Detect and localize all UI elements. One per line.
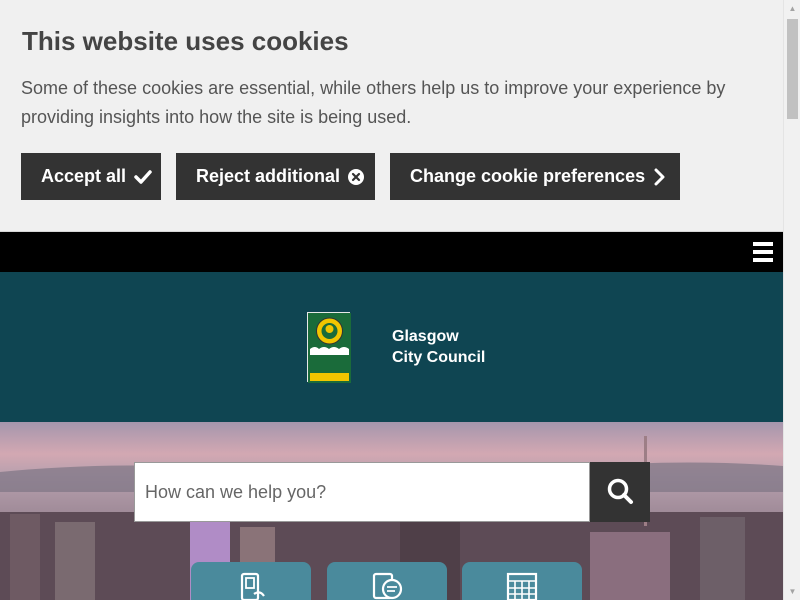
accept-all-label: Accept all: [41, 166, 127, 186]
top-nav-bar: [0, 232, 783, 272]
checkmark-icon: [134, 169, 152, 184]
cookie-description: Some of these cookies are essential, whi…: [21, 78, 726, 127]
scroll-down-arrow-icon[interactable]: ▼: [784, 583, 800, 600]
cookie-title: This website uses cookies: [22, 26, 349, 56]
close-circle-icon: [348, 168, 365, 185]
search-form: [134, 462, 650, 522]
vertical-scrollbar[interactable]: ▲ ▼: [783, 0, 800, 600]
cookie-banner: This website uses cookies Some of these …: [0, 0, 783, 232]
quick-link-report[interactable]: [327, 562, 447, 600]
payment-card-icon: [234, 572, 268, 600]
org-name[interactable]: Glasgow City Council: [392, 326, 485, 368]
chevron-right-icon: [653, 168, 665, 186]
search-button[interactable]: [590, 462, 650, 522]
report-chat-icon: [370, 572, 404, 600]
hero-banner: [0, 422, 783, 600]
calendar-icon: [505, 572, 539, 600]
site-header: Glasgow City Council: [0, 272, 783, 422]
reject-additional-label: Reject additional: [196, 166, 341, 186]
hamburger-menu-icon[interactable]: [753, 241, 773, 263]
accept-all-button[interactable]: Accept all: [21, 153, 161, 200]
reject-additional-button[interactable]: Reject additional: [176, 153, 375, 200]
change-cookie-preferences-label: Change cookie preferences: [410, 166, 646, 186]
quick-link-pay[interactable]: [191, 562, 311, 600]
quick-link-apply[interactable]: [462, 562, 582, 600]
scrollbar-thumb[interactable]: [787, 19, 798, 119]
scroll-up-arrow-icon[interactable]: ▲: [784, 0, 800, 17]
search-icon: [606, 477, 634, 508]
change-cookie-preferences-button[interactable]: Change cookie preferences: [390, 153, 680, 200]
search-input[interactable]: [134, 462, 590, 522]
org-name-line1: Glasgow: [392, 328, 459, 345]
glasgow-crest-logo[interactable]: [307, 312, 351, 383]
org-name-line2: City Council: [392, 349, 486, 366]
